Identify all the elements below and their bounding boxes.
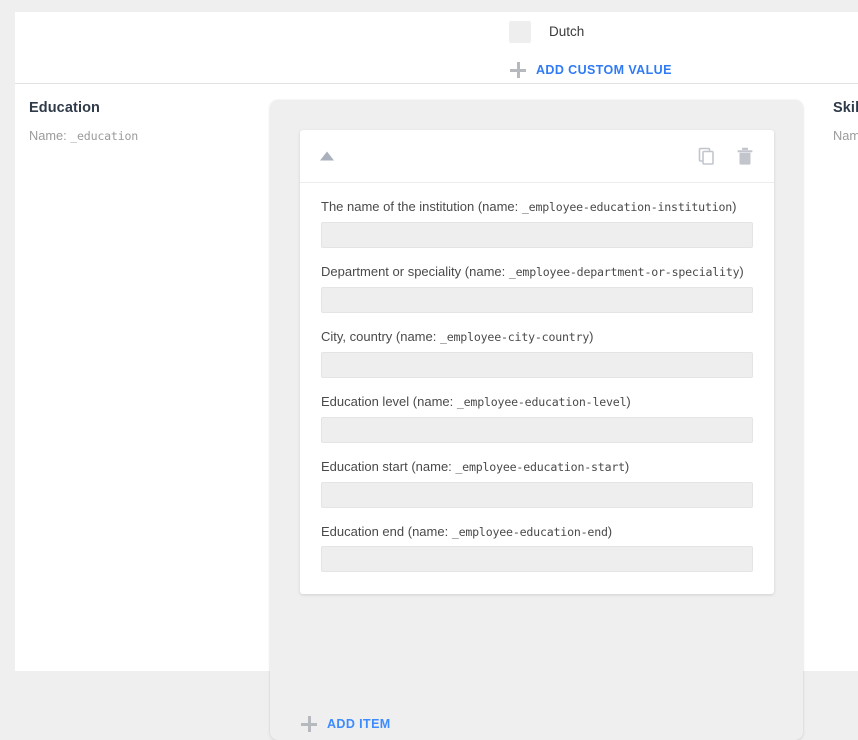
field-label-suffix: ) (589, 328, 594, 344)
field-label-name: _employee-education-end (451, 524, 608, 539)
field-label-name: _employee-department-or-speciality (508, 264, 740, 279)
triangle-up-icon[interactable] (320, 151, 334, 161)
array-item-fields: The name of the institution (name: _empl… (300, 183, 774, 594)
group-name-prefix: Name: (29, 128, 71, 143)
group-name-education: Name: _education (29, 128, 259, 143)
group-name-prefix-skills: Nam (833, 128, 858, 143)
field-label-city-country: City, country (name: _employee-city-coun… (321, 329, 753, 345)
input-education-level[interactable] (321, 416, 753, 443)
field-label-suffix: ) (739, 263, 744, 279)
field-label-text: Education start (name: (321, 458, 456, 474)
field-education-end: Education end (name: _employee-education… (321, 524, 753, 573)
group-header-education: Education Name: _education (29, 100, 259, 143)
add-custom-value-label: ADD CUSTOM VALUE (536, 63, 672, 77)
field-label-suffix: ) (624, 458, 630, 474)
field-label-education-start: Education start (name: _employee-educati… (321, 459, 753, 475)
group-name-skills: Nam (833, 128, 858, 143)
array-items-container: The name of the institution (name: _empl… (270, 100, 803, 740)
array-item-actions (696, 145, 756, 167)
top-options-panel: Dutch ADD CUSTOM VALUE (15, 12, 858, 84)
group-header-skills: Skil Nam (833, 100, 858, 143)
input-institution[interactable] (321, 221, 753, 248)
field-label-text: Education end (name: (321, 523, 452, 539)
add-custom-value-button[interactable]: ADD CUSTOM VALUE (509, 56, 672, 84)
input-education-end[interactable] (321, 546, 753, 573)
group-title-education: Education (29, 100, 100, 116)
array-item-card: The name of the institution (name: _empl… (300, 130, 774, 595)
option-row-dutch[interactable]: Dutch (509, 18, 584, 46)
field-label-institution: The name of the institution (name: _empl… (321, 199, 753, 215)
field-label-text: Education level (name: (321, 393, 457, 409)
option-label-dutch: Dutch (549, 24, 585, 40)
add-item-button[interactable]: ADD ITEM (300, 712, 391, 736)
group-name-value: _education (70, 129, 139, 143)
field-city-country: City, country (name: _employee-city-coun… (321, 329, 753, 378)
field-label-text: The name of the institution (name: (321, 199, 522, 214)
field-label-education-level: Education level (name: _employee-educati… (321, 394, 753, 410)
field-label-name: _employee-education-institution (521, 200, 733, 214)
checkbox-icon[interactable] (509, 21, 531, 43)
input-education-start[interactable] (321, 481, 753, 508)
group-title-skills: Skil (833, 100, 858, 116)
field-label-education-end: Education end (name: _employee-education… (321, 524, 753, 540)
input-department-or-speciality[interactable] (321, 286, 753, 313)
field-label-name: _employee-education-level (456, 394, 627, 409)
field-label-text: Department or speciality (name: (321, 263, 509, 279)
plus-icon (509, 61, 527, 79)
input-city-country[interactable] (321, 351, 753, 378)
field-education-start: Education start (name: _employee-educati… (321, 459, 753, 508)
field-education-level: Education level (name: _employee-educati… (321, 394, 753, 443)
add-item-label: ADD ITEM (327, 717, 391, 731)
trash-icon[interactable] (734, 145, 756, 167)
field-label-suffix: ) (732, 199, 737, 214)
plus-icon (300, 715, 318, 733)
field-label-suffix: ) (626, 393, 631, 409)
field-label-department-or-speciality: Department or speciality (name: _employe… (321, 264, 753, 280)
array-item-header (300, 130, 774, 183)
field-label-text: City, country (name: (321, 328, 440, 344)
field-institution: The name of the institution (name: _empl… (321, 199, 753, 248)
copy-icon[interactable] (696, 145, 718, 167)
field-label-suffix: ) (607, 523, 613, 539)
field-label-name: _employee-education-start (455, 459, 625, 474)
field-department-or-speciality: Department or speciality (name: _employe… (321, 264, 753, 313)
field-label-name: _employee-city-country (439, 329, 590, 344)
form-builder-body: Education Name: _education Skil Nam The … (15, 84, 858, 740)
